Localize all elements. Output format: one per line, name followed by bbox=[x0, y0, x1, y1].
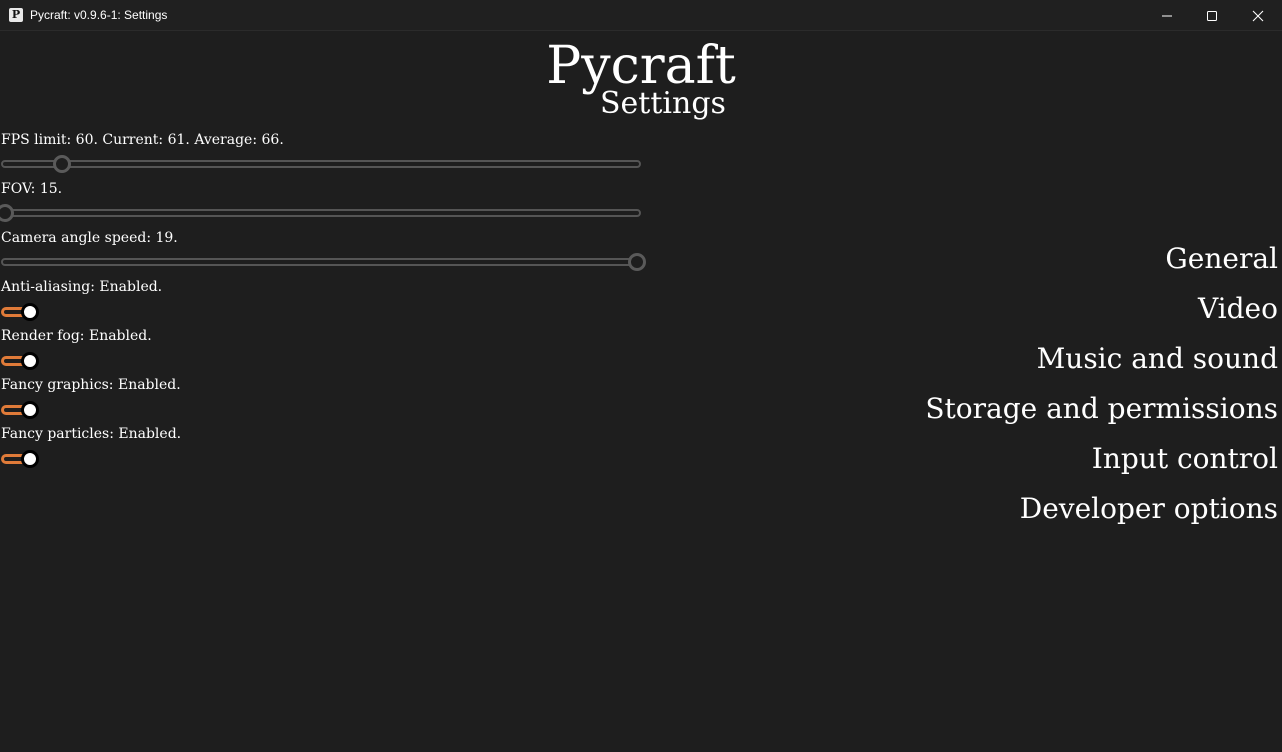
settings-content: Pycraft Settings FPS limit: 60. Current:… bbox=[0, 31, 1282, 752]
fancy-graphics-label: Fancy graphics: Enabled. bbox=[1, 377, 181, 393]
title-bar[interactable]: P Pycraft: v0.9.6-1: Settings bbox=[0, 0, 1282, 31]
settings-window: P Pycraft: v0.9.6-1: Settings Pycraft Se… bbox=[0, 0, 1282, 752]
nav-developer-options[interactable]: Developer options bbox=[1020, 492, 1278, 526]
camera-speed-slider-handle[interactable] bbox=[628, 253, 646, 271]
anti-aliasing-toggle[interactable] bbox=[1, 303, 43, 321]
close-button[interactable] bbox=[1235, 0, 1281, 31]
nav-music-and-sound[interactable]: Music and sound bbox=[1037, 342, 1278, 376]
anti-aliasing-label: Anti-aliasing: Enabled. bbox=[1, 279, 163, 295]
toggle-knob bbox=[21, 401, 39, 419]
fov-slider-handle[interactable] bbox=[0, 204, 14, 222]
maximize-icon bbox=[1207, 11, 1217, 21]
fancy-particles-label: Fancy particles: Enabled. bbox=[1, 426, 182, 442]
render-fog-label: Render fog: Enabled. bbox=[1, 328, 152, 344]
toggle-knob bbox=[21, 352, 39, 370]
render-fog-toggle[interactable] bbox=[1, 352, 43, 370]
camera-speed-slider-track[interactable] bbox=[1, 258, 641, 266]
fov-slider-track[interactable] bbox=[1, 209, 641, 217]
app-icon: P bbox=[9, 8, 23, 22]
fps-label: FPS limit: 60. Current: 61. Average: 66. bbox=[1, 132, 284, 148]
fancy-particles-toggle[interactable] bbox=[1, 450, 43, 468]
maximize-button[interactable] bbox=[1189, 0, 1235, 31]
camera-speed-label: Camera angle speed: 19. bbox=[1, 230, 178, 246]
fps-slider-track[interactable] bbox=[1, 160, 641, 168]
minimize-button[interactable] bbox=[1144, 0, 1190, 31]
page-subtitle: Settings bbox=[600, 86, 726, 121]
minimize-icon bbox=[1162, 15, 1172, 17]
nav-general[interactable]: General bbox=[1165, 242, 1278, 276]
window-title: Pycraft: v0.9.6-1: Settings bbox=[30, 8, 168, 22]
fancy-graphics-toggle[interactable] bbox=[1, 401, 43, 419]
nav-storage-and-permissions[interactable]: Storage and permissions bbox=[925, 392, 1278, 426]
fps-slider-handle[interactable] bbox=[52, 155, 71, 173]
toggle-knob bbox=[21, 450, 39, 468]
nav-video[interactable]: Video bbox=[1198, 292, 1278, 326]
fov-label: FOV: 15. bbox=[1, 181, 63, 197]
nav-input-control[interactable]: Input control bbox=[1092, 442, 1278, 476]
toggle-knob bbox=[21, 303, 39, 321]
close-icon bbox=[1252, 10, 1264, 22]
